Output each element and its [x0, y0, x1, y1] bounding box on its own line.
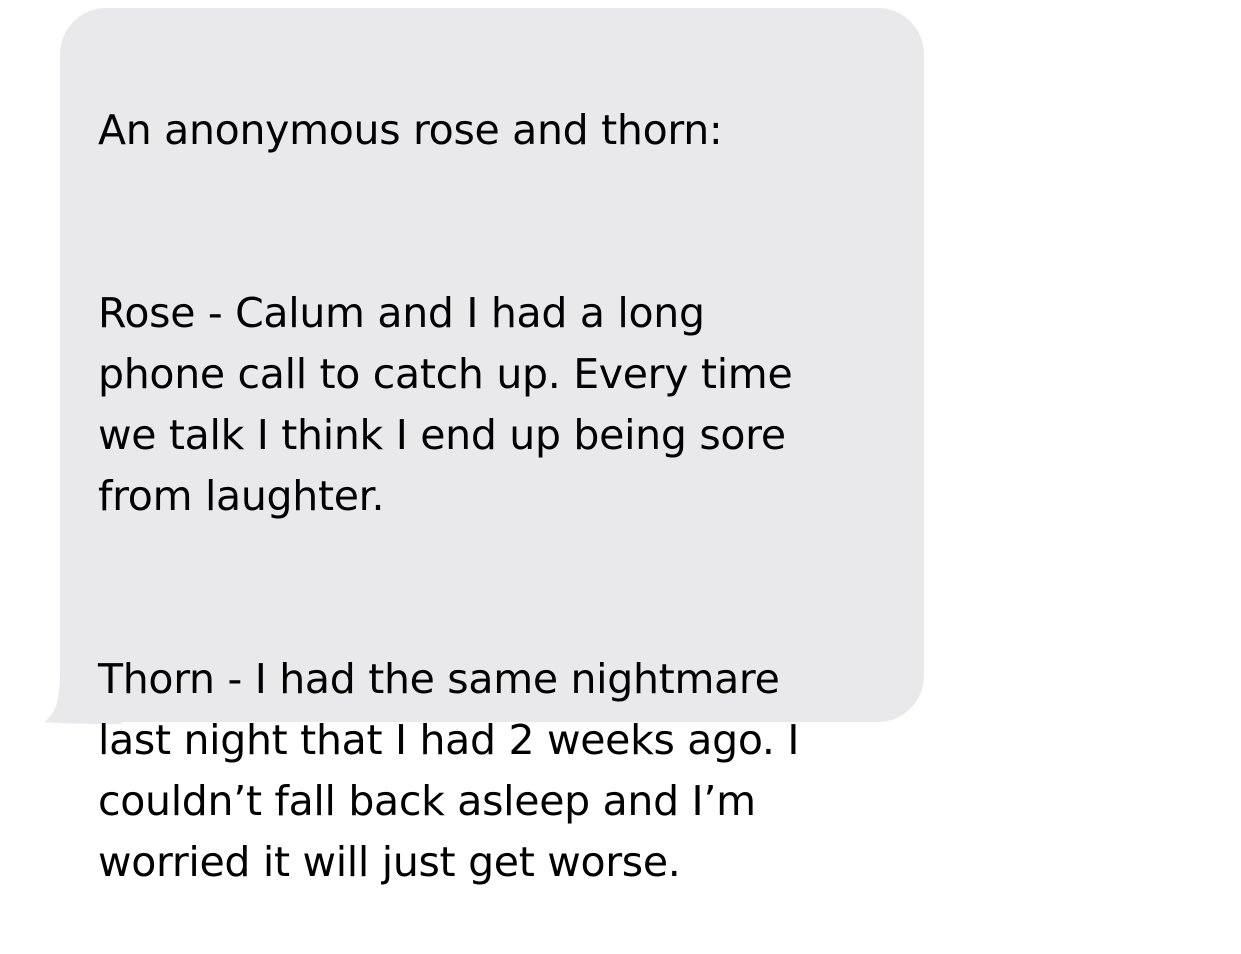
message-thorn: Thorn - I had the same nightmare last ni…: [98, 655, 800, 886]
message-rose: Rose - Calum and I had a long phone call…: [98, 289, 793, 520]
message-text: An anonymous rose and thorn: Rose - Calu…: [98, 39, 894, 954]
message-intro: An anonymous rose and thorn:: [98, 106, 723, 154]
received-message-bubble[interactable]: An anonymous rose and thorn: Rose - Calu…: [60, 8, 924, 886]
